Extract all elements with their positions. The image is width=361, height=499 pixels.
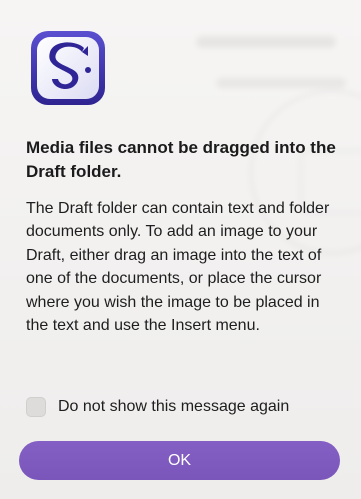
ok-button[interactable]: OK xyxy=(19,441,340,480)
dialog-title: Media files cannot be dragged into the D… xyxy=(26,138,336,181)
dialog-message: The Draft folder can contain text and fo… xyxy=(26,200,330,335)
suppress-checkbox-label[interactable]: Do not show this message again xyxy=(58,398,289,416)
suppress-checkbox-row[interactable]: Do not show this message again xyxy=(26,397,289,417)
alert-dialog: Media files cannot be dragged into the D… xyxy=(0,0,361,499)
scrivener-app-icon xyxy=(31,31,105,105)
background-blur xyxy=(196,36,336,48)
background-blur xyxy=(216,78,346,88)
suppress-checkbox[interactable] xyxy=(26,397,46,417)
